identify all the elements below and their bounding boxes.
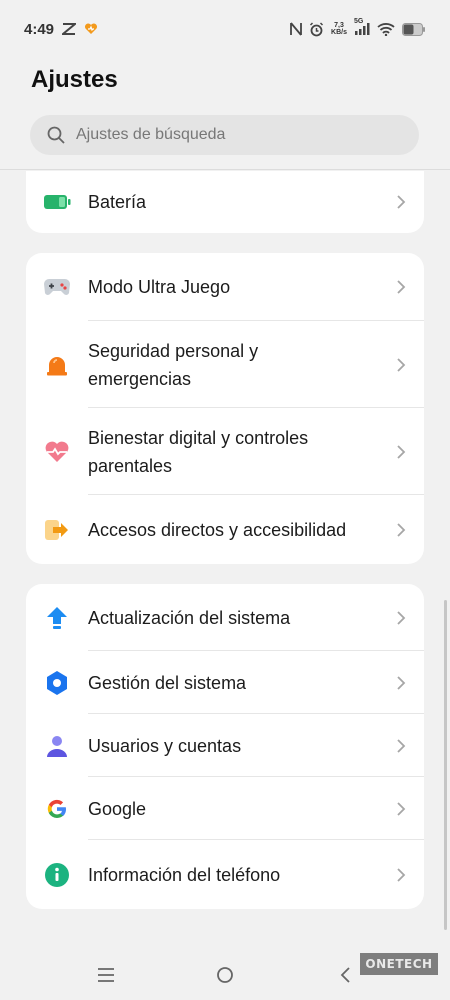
settings-item-label: Accesos directos y accesibilidad [88, 519, 347, 540]
settings-item-bienestar-digital[interactable]: Bienestar digital y controles parentales [26, 408, 424, 495]
settings-item-label: Bienestar digital y controles parentales [88, 427, 309, 476]
cellular-signal-icon: 5G [354, 18, 370, 36]
battery-status-icon [402, 22, 426, 36]
settings-item-bateria[interactable]: Batería [26, 171, 424, 233]
chevron-right-icon [394, 736, 408, 756]
scrollbar[interactable] [444, 600, 447, 930]
search-input[interactable]: Ajustes de búsqueda [30, 115, 419, 155]
back-icon[interactable] [333, 963, 357, 987]
chevron-right-icon [394, 865, 408, 885]
wifi-icon [377, 22, 395, 36]
user-icon [42, 731, 72, 761]
settings-item-google[interactable]: Google [26, 777, 424, 840]
menu-icon[interactable] [94, 963, 118, 987]
settings-item-label: Actualización del sistema [88, 607, 291, 628]
settings-header: Ajustes Ajustes de búsqueda [0, 58, 450, 170]
network-speed: 7,3 KB/s [331, 22, 347, 36]
chevron-right-icon [394, 355, 408, 375]
settings-item-label: Seguridad personal y emergencias [88, 340, 259, 389]
alarm-icon [309, 21, 324, 37]
siren-icon [42, 350, 72, 380]
settings-item-accesos-directos[interactable]: Accesos directos y accesibilidad [26, 495, 424, 564]
settings-card-features: Modo Ultra Juego Seguridad personal y em… [26, 253, 424, 564]
settings-card-system: Actualización del sistema Gestión del si… [26, 584, 424, 909]
google-icon [42, 794, 72, 824]
search-icon [46, 125, 66, 145]
page-title: Ajustes [31, 66, 118, 93]
settings-item-modo-ultra-juego[interactable]: Modo Ultra Juego [26, 253, 424, 321]
watermark-logo: ONETECH [360, 953, 438, 975]
chevron-right-icon [394, 520, 408, 540]
settings-item-actualizacion[interactable]: Actualización del sistema [26, 584, 424, 651]
search-placeholder: Ajustes de búsqueda [76, 126, 226, 143]
hexagon-icon [42, 668, 72, 698]
settings-card-battery: Batería [26, 171, 424, 233]
app-notification-icon [62, 23, 77, 35]
chevron-right-icon [394, 192, 408, 212]
nfc-icon [290, 22, 302, 36]
gamepad-icon [42, 272, 72, 302]
settings-item-label: Modo Ultra Juego [88, 277, 231, 297]
info-icon [42, 860, 72, 890]
heart-notification-icon [84, 23, 98, 35]
settings-item-label: Usuarios y cuentas [88, 735, 242, 756]
chevron-right-icon [394, 608, 408, 628]
chevron-right-icon [394, 673, 408, 693]
speed-unit: KB/s [331, 29, 347, 36]
speed-value: 7,3 [334, 22, 344, 29]
heart-icon [42, 437, 72, 467]
status-time: 4:49 [24, 20, 55, 38]
settings-item-label: Gestión del sistema [88, 672, 247, 693]
shortcut-icon [42, 515, 72, 545]
status-bar: 4:49 7,3 KB/s 5G [0, 0, 450, 58]
update-arrow-icon [42, 603, 72, 633]
network-type: 5G [354, 18, 364, 25]
settings-item-label: Google [88, 798, 147, 819]
settings-item-label: Información del teléfono [88, 864, 281, 885]
battery-icon [42, 187, 72, 217]
settings-item-gestion[interactable]: Gestión del sistema [26, 651, 424, 714]
settings-item-informacion[interactable]: Información del teléfono [26, 840, 424, 909]
chevron-right-icon [394, 442, 408, 462]
settings-item-usuarios[interactable]: Usuarios y cuentas [26, 714, 424, 777]
chevron-right-icon [394, 799, 408, 819]
chevron-right-icon [394, 277, 408, 297]
home-icon[interactable] [213, 963, 237, 987]
settings-item-label: Batería [88, 192, 147, 212]
settings-list[interactable]: Batería Modo Ultra Juego Seguridad perso… [0, 171, 450, 951]
settings-item-seguridad-personal[interactable]: Seguridad personal y emergencias [26, 321, 424, 408]
